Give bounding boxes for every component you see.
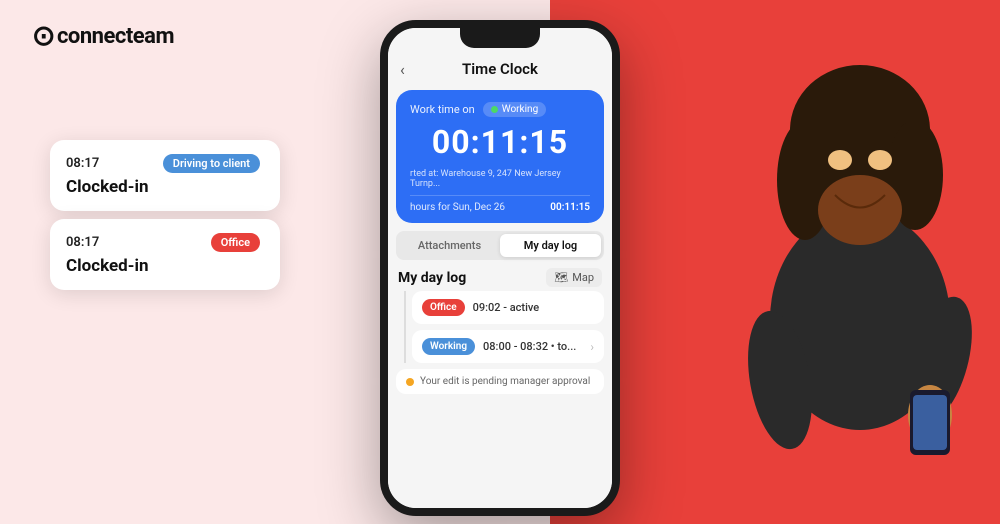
log-entries-container: Office 09:02 - active Working 08:00 - 08… (388, 291, 612, 363)
notif-status-2: Clocked-in (66, 256, 260, 276)
map-icon: 🗺 (554, 271, 568, 284)
daylog-header: My day log 🗺 Map (388, 260, 612, 291)
log-time-1: 09:02 - active (473, 301, 594, 314)
green-dot (491, 106, 498, 113)
timer-card: Work time on Working 00:11:15 rted at: W… (396, 90, 604, 223)
notif-card-1: 08:17 Driving to client Clocked-in (50, 140, 280, 211)
working-badge: Working (483, 102, 546, 117)
tab-my-day-log[interactable]: My day log (500, 234, 601, 257)
notification-cards: 08:17 Driving to client Clocked-in 08:17… (50, 140, 280, 290)
notif-status-1: Clocked-in (66, 177, 260, 197)
log-arrow[interactable]: › (590, 340, 594, 354)
pending-text: Your edit is pending manager approval (420, 376, 590, 387)
log-time-2: 08:00 - 08:32 • to... (483, 340, 582, 353)
timer-location: rted at: Warehouse 9, 247 New Jersey Tur… (410, 169, 590, 189)
phone-title: Time Clock (462, 60, 538, 78)
logo-icon: ⊙ (32, 22, 55, 50)
log-badge-working: Working (422, 338, 475, 355)
map-label: Map (572, 271, 594, 284)
daylog-title: My day log (398, 270, 466, 286)
log-entry-2: Working 08:00 - 08:32 • to... › (412, 330, 604, 363)
log-entry-1: Office 09:02 - active (412, 291, 604, 324)
working-text: Working (502, 104, 538, 115)
phone-tabs: Attachments My day log (396, 231, 604, 260)
notif-card-2: 08:17 Office Clocked-in (50, 219, 280, 290)
timer-display: 00:11:15 (410, 123, 590, 161)
tab-attachments[interactable]: Attachments (399, 234, 500, 257)
person-illustration (660, 0, 1000, 524)
logo: ⊙ connecteam (32, 22, 174, 50)
map-button[interactable]: 🗺 Map (546, 268, 602, 287)
logo-text: connecteam (57, 24, 174, 49)
back-icon[interactable]: ‹ (400, 60, 405, 79)
timeline-line (404, 291, 406, 363)
work-label: Work time on (410, 103, 475, 116)
pending-entry: Your edit is pending manager approval (396, 369, 604, 394)
orange-dot (406, 378, 414, 386)
phone-mockup: ‹ Time Clock Work time on Working 00:11:… (380, 20, 620, 516)
notif-badge-1: Driving to client (163, 154, 260, 173)
phone-notch (460, 28, 540, 48)
log-badge-office: Office (422, 299, 465, 316)
notif-badge-2: Office (211, 233, 260, 252)
phone-screen: ‹ Time Clock Work time on Working 00:11:… (388, 28, 612, 508)
phone-header: ‹ Time Clock (388, 52, 612, 84)
phone-body: ‹ Time Clock Work time on Working 00:11:… (380, 20, 620, 516)
timer-footer-time: 00:11:15 (550, 202, 590, 213)
notif-time-1: 08:17 (66, 156, 99, 171)
notif-time-2: 08:17 (66, 235, 99, 250)
timer-footer-label: hours for Sun, Dec 26 (410, 202, 505, 213)
